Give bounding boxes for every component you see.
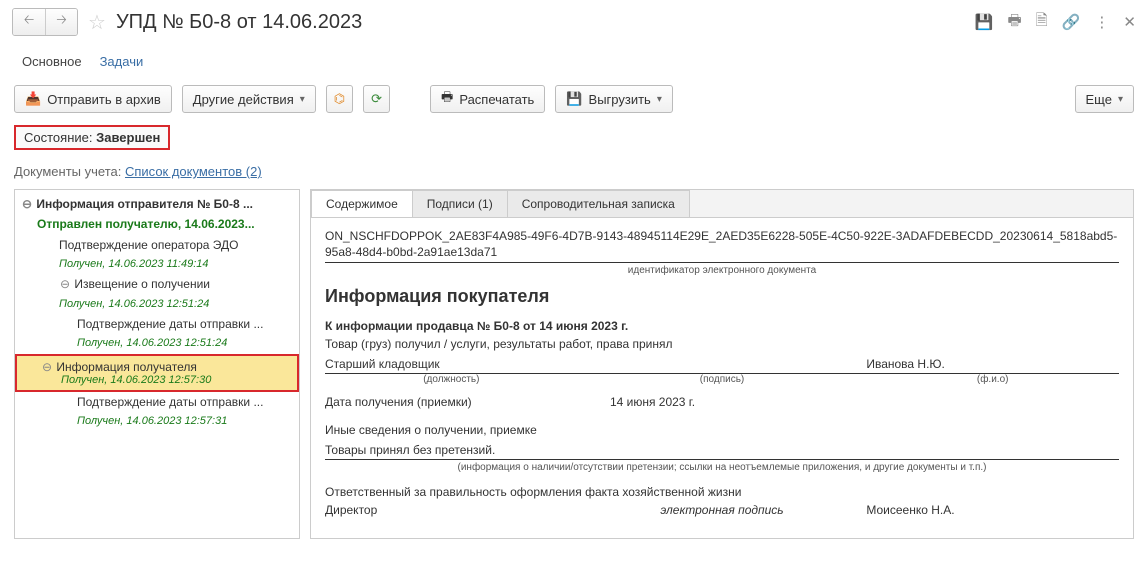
preview-icon[interactable]: 🗎	[1036, 10, 1048, 35]
tab-note[interactable]: Сопроводительная записка	[507, 190, 690, 217]
content-scroll[interactable]: ON_NSCHFDOPPOK_2AE83F4A985-49F6-4D7B-914…	[311, 218, 1133, 537]
resp-signature: электронная подпись	[596, 503, 849, 517]
signature-slot	[596, 371, 849, 373]
refresh-button[interactable]: ⟳	[363, 85, 390, 113]
favorite-icon[interactable]: ☆	[88, 10, 106, 35]
tab-content[interactable]: Содержимое	[311, 190, 413, 217]
responsible-label: Ответственный за правильность оформления…	[325, 485, 1119, 499]
disk-icon: 💾	[566, 91, 582, 107]
nav-buttons: 🡠 🡢	[12, 8, 78, 36]
collapse-icon[interactable]: ⊖	[21, 197, 33, 211]
receipt-date-label: Дата получения (приемки)	[325, 395, 485, 409]
cap-fio: (ф.и.о)	[866, 374, 1119, 385]
fio-value: Иванова Н.Ю.	[866, 357, 1119, 373]
section-title: Информация покупателя	[325, 276, 1119, 315]
goods-accept-label: Товар (груз) получил / услуги, результат…	[325, 337, 1119, 351]
tree-item[interactable]: ⊖ Извещение о получении	[15, 274, 299, 294]
save-icon[interactable]: 💾	[975, 13, 994, 31]
tree-timestamp: Получен, 14.06.2023 11:49:14	[15, 255, 299, 274]
back-button[interactable]: 🡠	[13, 9, 45, 35]
print-button[interactable]: 🖶Распечатать	[430, 85, 545, 113]
h-scrollbar[interactable]	[311, 537, 1133, 538]
tree-timestamp: Получен, 14.06.2023 12:57:30	[25, 374, 289, 386]
tab-signatures[interactable]: Подписи (1)	[412, 190, 508, 217]
docs-link[interactable]: Список документов (2)	[125, 164, 262, 179]
page-title: УПД № Б0-8 от 14.06.2023	[116, 11, 969, 34]
seller-info-ref: К информации продавца № Б0-8 от 14 июня …	[325, 319, 1119, 333]
content-panel: Содержимое Подписи (1) Сопроводительная …	[310, 189, 1134, 539]
more-icon[interactable]: ⋮	[1094, 13, 1109, 31]
tree-timestamp: Получен, 14.06.2023 12:51:24	[15, 295, 299, 314]
tree-sent-status: Отправлен получателю, 14.06.2023...	[15, 214, 299, 234]
cap-signature: (подпись)	[596, 374, 849, 385]
document-id: ON_NSCHFDOPPOK_2AE83F4A985-49F6-4D7B-914…	[325, 228, 1119, 263]
other-actions-button[interactable]: Другие действия	[182, 85, 316, 113]
more-button[interactable]: Еще	[1075, 85, 1134, 113]
tree-timestamp: Получен, 14.06.2023 12:57:31	[15, 412, 299, 431]
docs-label: Документы учета:	[14, 164, 121, 179]
collapse-icon[interactable]: ⊖	[59, 277, 71, 291]
printer-icon: 🖶	[441, 88, 453, 110]
tree-item[interactable]: Подтверждение оператора ЭДО	[15, 235, 299, 255]
link-icon[interactable]: 🔗	[1062, 13, 1081, 31]
tab-tasks[interactable]: Задачи	[100, 54, 144, 69]
tree-timestamp: Получен, 14.06.2023 12:51:24	[15, 334, 299, 353]
docid-caption: идентификатор электронного документа	[325, 265, 1119, 276]
archive-icon: 📥	[25, 91, 41, 107]
tree-button[interactable]: ⌬	[326, 85, 353, 113]
signature-row: Старший кладовщик Иванова Н.Ю.	[325, 357, 1119, 374]
refresh-icon: ⟳	[371, 91, 382, 107]
hierarchy-icon: ⌬	[334, 91, 345, 107]
archive-button[interactable]: 📥Отправить в архив	[14, 85, 172, 113]
resp-fio: Моисеенко Н.А.	[866, 503, 1119, 517]
receipt-date-value: 14 июня 2023 г.	[503, 395, 802, 409]
position-value: Старший кладовщик	[325, 357, 578, 373]
export-button[interactable]: 💾Выгрузить	[555, 85, 673, 113]
cap-position: (должность)	[325, 374, 578, 385]
other-caption: (информация о наличии/отсутствии претенз…	[325, 462, 1119, 473]
other-info-value: Товары принял без претензий.	[325, 443, 1119, 457]
tab-main[interactable]: Основное	[22, 54, 82, 69]
close-icon[interactable]: ✕	[1123, 13, 1136, 31]
tree-panel: ⊖ Информация отправителя № Б0-8 ... Отпр…	[14, 189, 300, 539]
tree-item[interactable]: Подтверждение даты отправки ...	[15, 392, 299, 412]
status-badge: Состояние: Завершен	[14, 125, 170, 150]
print-icon[interactable]: 🖶	[1008, 10, 1022, 35]
header-icons: 💾 🖶 🗎 🔗 ⋮ ✕	[975, 10, 1136, 35]
resp-position: Директор	[325, 503, 578, 517]
collapse-icon[interactable]: ⊖	[41, 360, 53, 374]
tree-root[interactable]: ⊖ Информация отправителя № Б0-8 ...	[15, 194, 299, 214]
forward-button[interactable]: 🡢	[45, 9, 77, 35]
other-info-label: Иные сведения о получении, приемке	[325, 423, 1119, 437]
tree-item[interactable]: Подтверждение даты отправки ...	[15, 314, 299, 334]
tree-selected[interactable]: ⊖ Информация получателя Получен, 14.06.2…	[15, 354, 299, 392]
